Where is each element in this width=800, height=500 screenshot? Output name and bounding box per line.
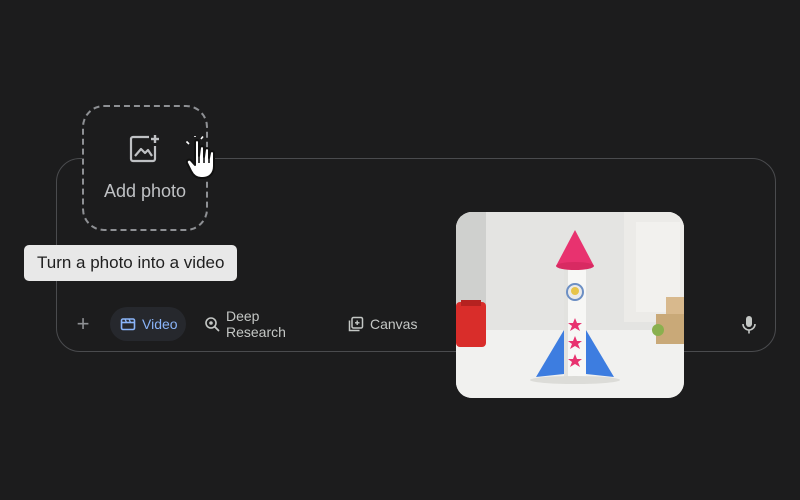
clapperboard-icon bbox=[120, 316, 136, 332]
video-tool-label: Video bbox=[142, 316, 178, 332]
canvas-icon bbox=[348, 316, 364, 332]
rocket-photo bbox=[456, 212, 684, 398]
deep-research-tool-button[interactable]: Deep Research bbox=[194, 307, 332, 341]
deep-research-icon bbox=[204, 316, 220, 332]
canvas-tool-label: Canvas bbox=[370, 316, 418, 332]
microphone-icon[interactable] bbox=[740, 315, 758, 335]
add-button[interactable]: + bbox=[72, 313, 94, 335]
tooltip: Turn a photo into a video bbox=[24, 245, 238, 281]
hand-cursor-icon bbox=[185, 135, 232, 182]
canvas-tool-button[interactable]: Canvas bbox=[338, 307, 424, 341]
video-tool-button[interactable]: Video bbox=[110, 307, 186, 341]
add-image-icon bbox=[129, 134, 161, 169]
add-photo-label: Add photo bbox=[103, 181, 187, 201]
deep-research-tool-label: Deep Research bbox=[226, 308, 286, 340]
